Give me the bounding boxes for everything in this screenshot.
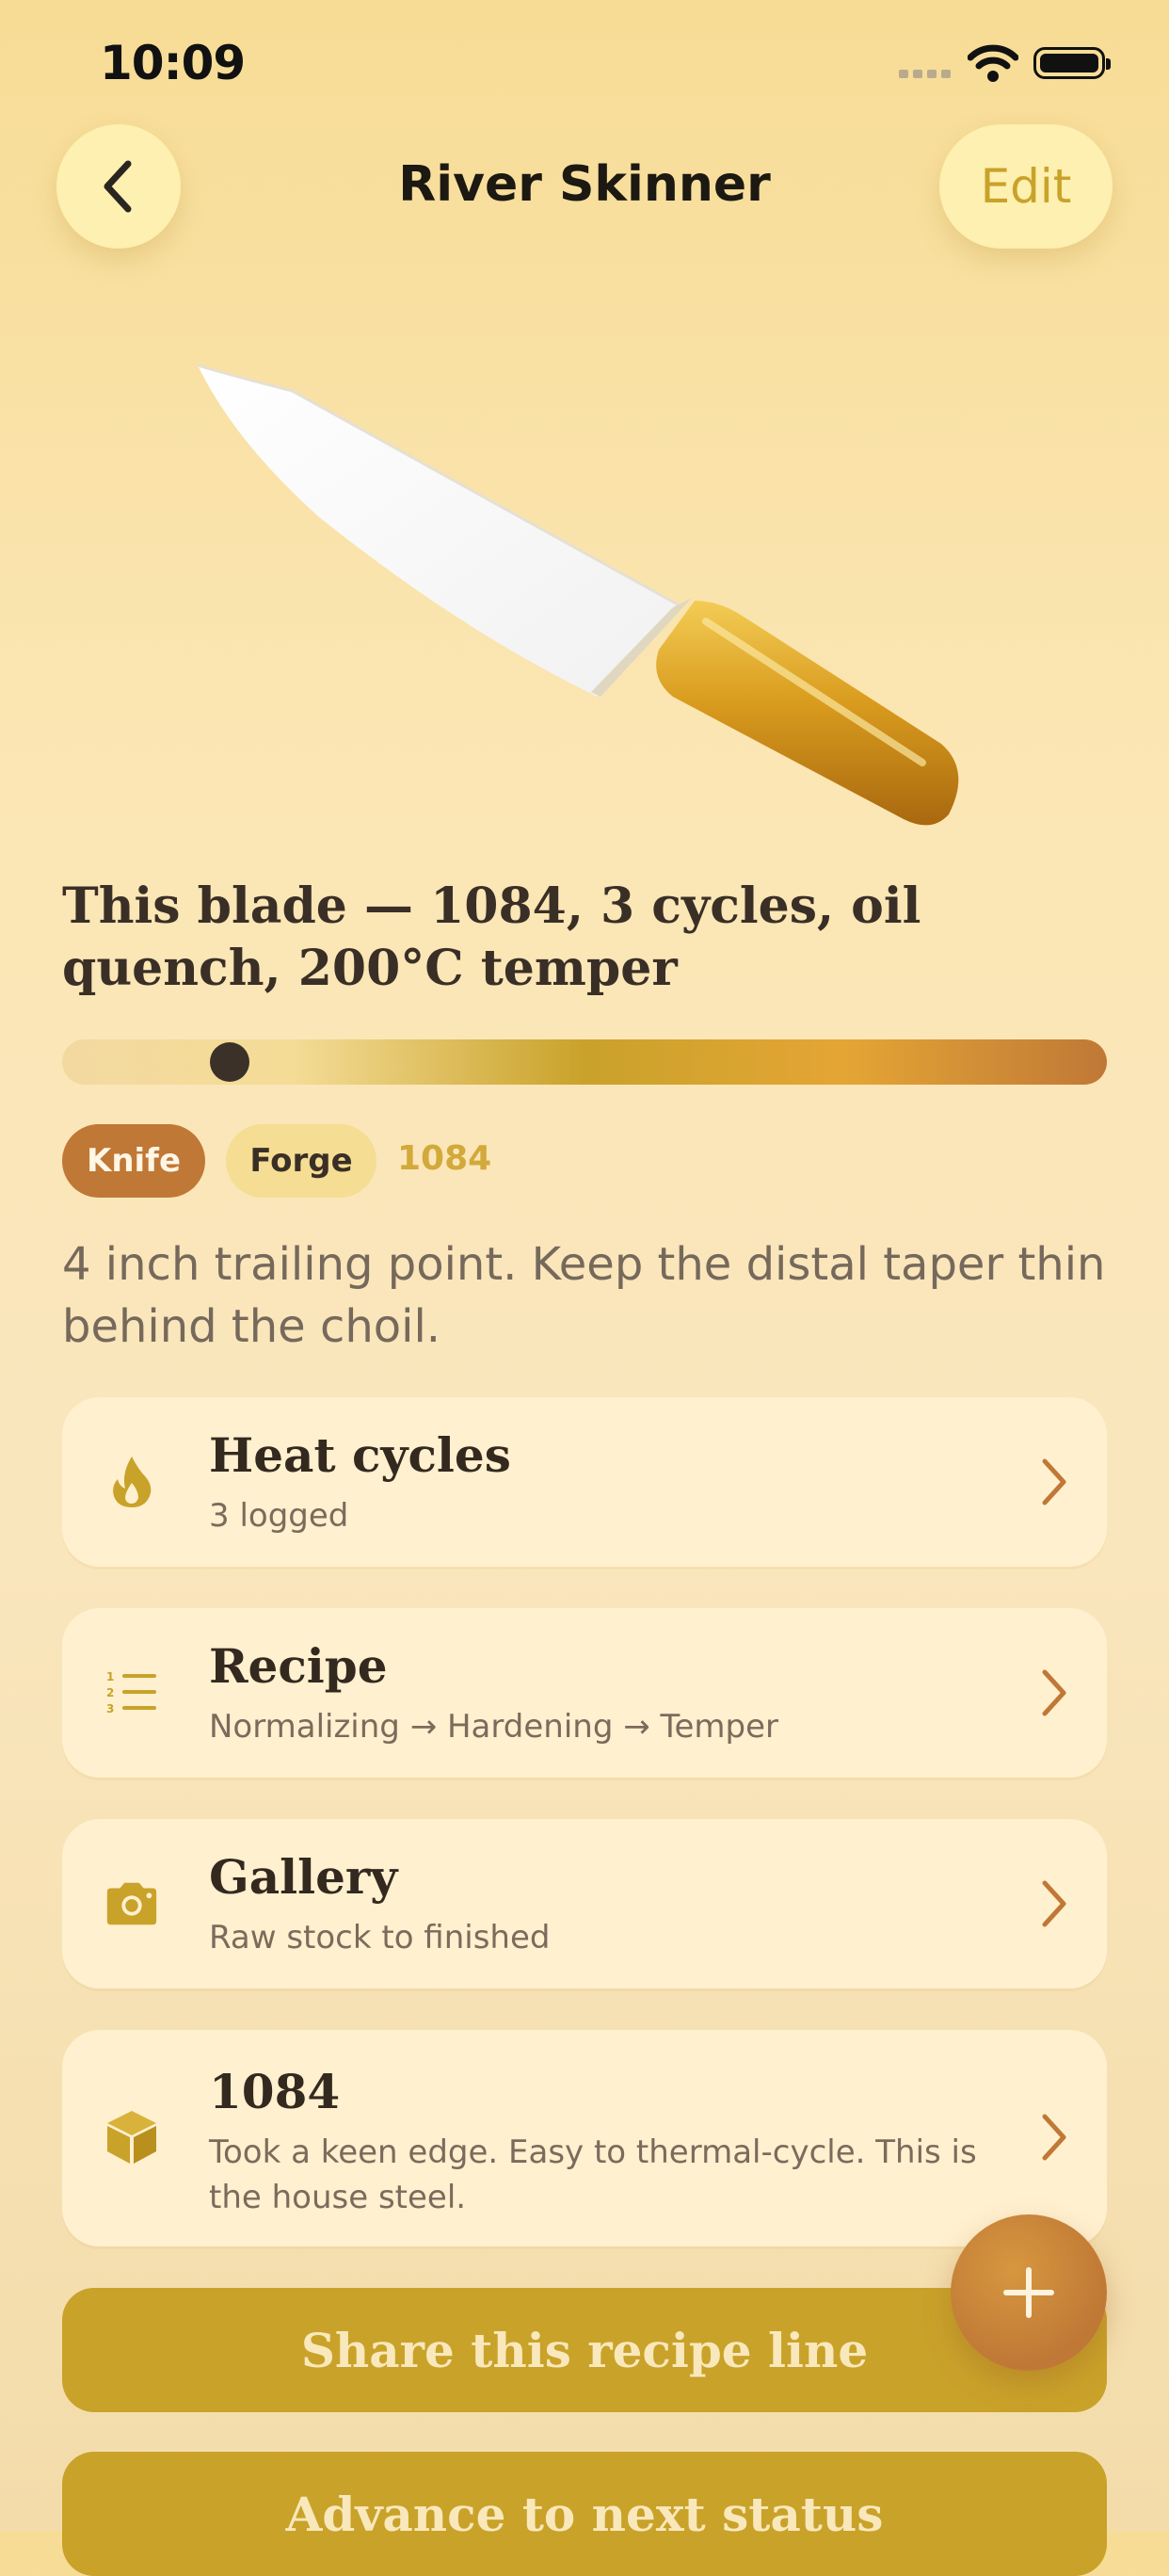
card-heat-cycles[interactable]: Heat cycles 3 logged: [62, 1397, 1107, 1567]
card-subtitle: Took a keen edge. Easy to thermal-cycle.…: [209, 2133, 977, 2216]
svg-text:1: 1: [106, 1670, 114, 1683]
card-title: 1084: [209, 2064, 341, 2119]
add-fab-button[interactable]: [951, 2214, 1107, 2371]
card-title: Gallery: [209, 1849, 398, 1905]
chevron-right-icon: [1042, 1458, 1066, 1505]
card-title: Recipe: [209, 1638, 388, 1694]
status-progress-knob[interactable]: [209, 1042, 249, 1082]
svg-text:2: 2: [106, 1686, 114, 1699]
cellular-signal-icon: [899, 70, 951, 78]
chevron-right-icon: [1042, 1669, 1066, 1716]
edit-button[interactable]: Edit: [939, 124, 1113, 249]
cube-icon: [104, 2109, 160, 2165]
card-gallery[interactable]: Gallery Raw stock to finished: [62, 1819, 1107, 1988]
chevron-right-icon: [1042, 2114, 1066, 2161]
numbered-list-icon: 1 2 3: [104, 1665, 160, 1721]
plus-icon: [1003, 2267, 1054, 2318]
chevron-right-icon: [1042, 1880, 1066, 1927]
svg-text:3: 3: [106, 1702, 114, 1715]
knife-image: [197, 363, 959, 826]
status-time: 10:09: [100, 36, 246, 90]
card-steel[interactable]: 1084 Took a keen edge. Easy to thermal-c…: [62, 2030, 1107, 2246]
battery-icon: [1033, 47, 1111, 79]
tag-steel: 1084: [397, 1139, 492, 1178]
card-subtitle: Raw stock to finished: [209, 1919, 551, 1956]
tag-category[interactable]: Forge: [226, 1124, 376, 1198]
card-subtitle: 3 logged: [209, 1497, 349, 1535]
card-recipe[interactable]: 1 2 3 Recipe Normalizing → Hardening → T…: [62, 1608, 1107, 1778]
wifi-icon: [968, 44, 1018, 82]
flame-icon: [104, 1454, 160, 1510]
headline: This blade — 1084, 3 cycles, oil quench,…: [62, 877, 921, 997]
share-recipe-button[interactable]: Share this recipe line: [62, 2288, 1107, 2412]
camera-icon: [104, 1876, 160, 1932]
description: 4 inch trailing point. Keep the distal t…: [62, 1238, 1106, 1353]
card-title: Heat cycles: [209, 1427, 511, 1483]
tag-type[interactable]: Knife: [62, 1124, 205, 1198]
advance-status-button[interactable]: Advance to next status: [62, 2452, 1107, 2576]
card-subtitle: Normalizing → Hardening → Temper: [209, 1708, 779, 1746]
